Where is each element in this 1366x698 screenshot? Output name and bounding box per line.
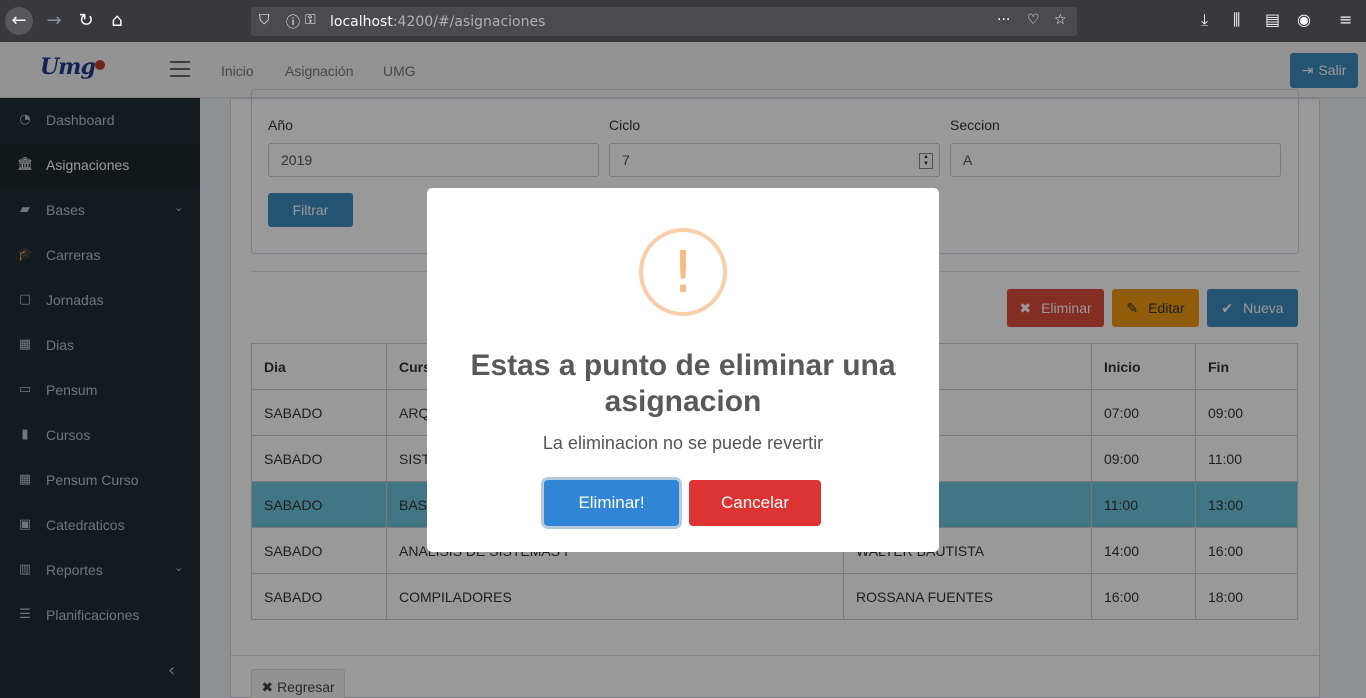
cancel-button[interactable]: Cancelar <box>689 480 821 526</box>
browser-toolbar: ← → ↻ ⌂ ⛉ ⓘ ⚿ localhost:4200/#/asignacio… <box>0 0 1366 42</box>
confirm-delete-button[interactable]: Eliminar! <box>544 480 679 526</box>
warning-icon: ! <box>639 228 727 316</box>
home-icon[interactable]: ⌂ <box>103 7 131 35</box>
url-text[interactable]: localhost:4200/#/asignaciones <box>330 14 545 30</box>
menu-icon[interactable]: ≡ <box>1339 10 1352 29</box>
back-arrow-icon[interactable]: ← <box>5 7 33 35</box>
confirm-dialog: ! Estas a punto de eliminar una asignaci… <box>427 188 939 552</box>
dialog-text: La eliminacion no se puede revertir <box>542 433 824 453</box>
dialog-title: Estas a punto de eliminar una asignacion <box>470 349 896 418</box>
info-icon[interactable]: ⓘ <box>286 12 300 32</box>
forward-arrow-icon[interactable]: → <box>40 7 68 35</box>
more-icon[interactable]: ··· <box>997 12 1010 28</box>
shield-icon[interactable]: ⛉ <box>259 12 270 28</box>
pocket-icon[interactable]: ♡ <box>1027 12 1040 28</box>
library-icon[interactable]: ⫼ <box>1233 10 1240 30</box>
account-icon[interactable]: ◉ <box>1297 10 1311 29</box>
download-icon[interactable]: ⤓ <box>1201 10 1208 30</box>
key-icon: ⚿ <box>305 12 316 28</box>
url-bar[interactable]: ⛉ ⓘ ⚿ localhost:4200/#/asignaciones ··· … <box>251 7 1077 36</box>
bookmark-star-icon[interactable]: ☆ <box>1054 12 1067 28</box>
sidebar-toggle-icon[interactable]: ▤ <box>1265 10 1280 29</box>
reload-icon[interactable]: ↻ <box>72 7 100 35</box>
